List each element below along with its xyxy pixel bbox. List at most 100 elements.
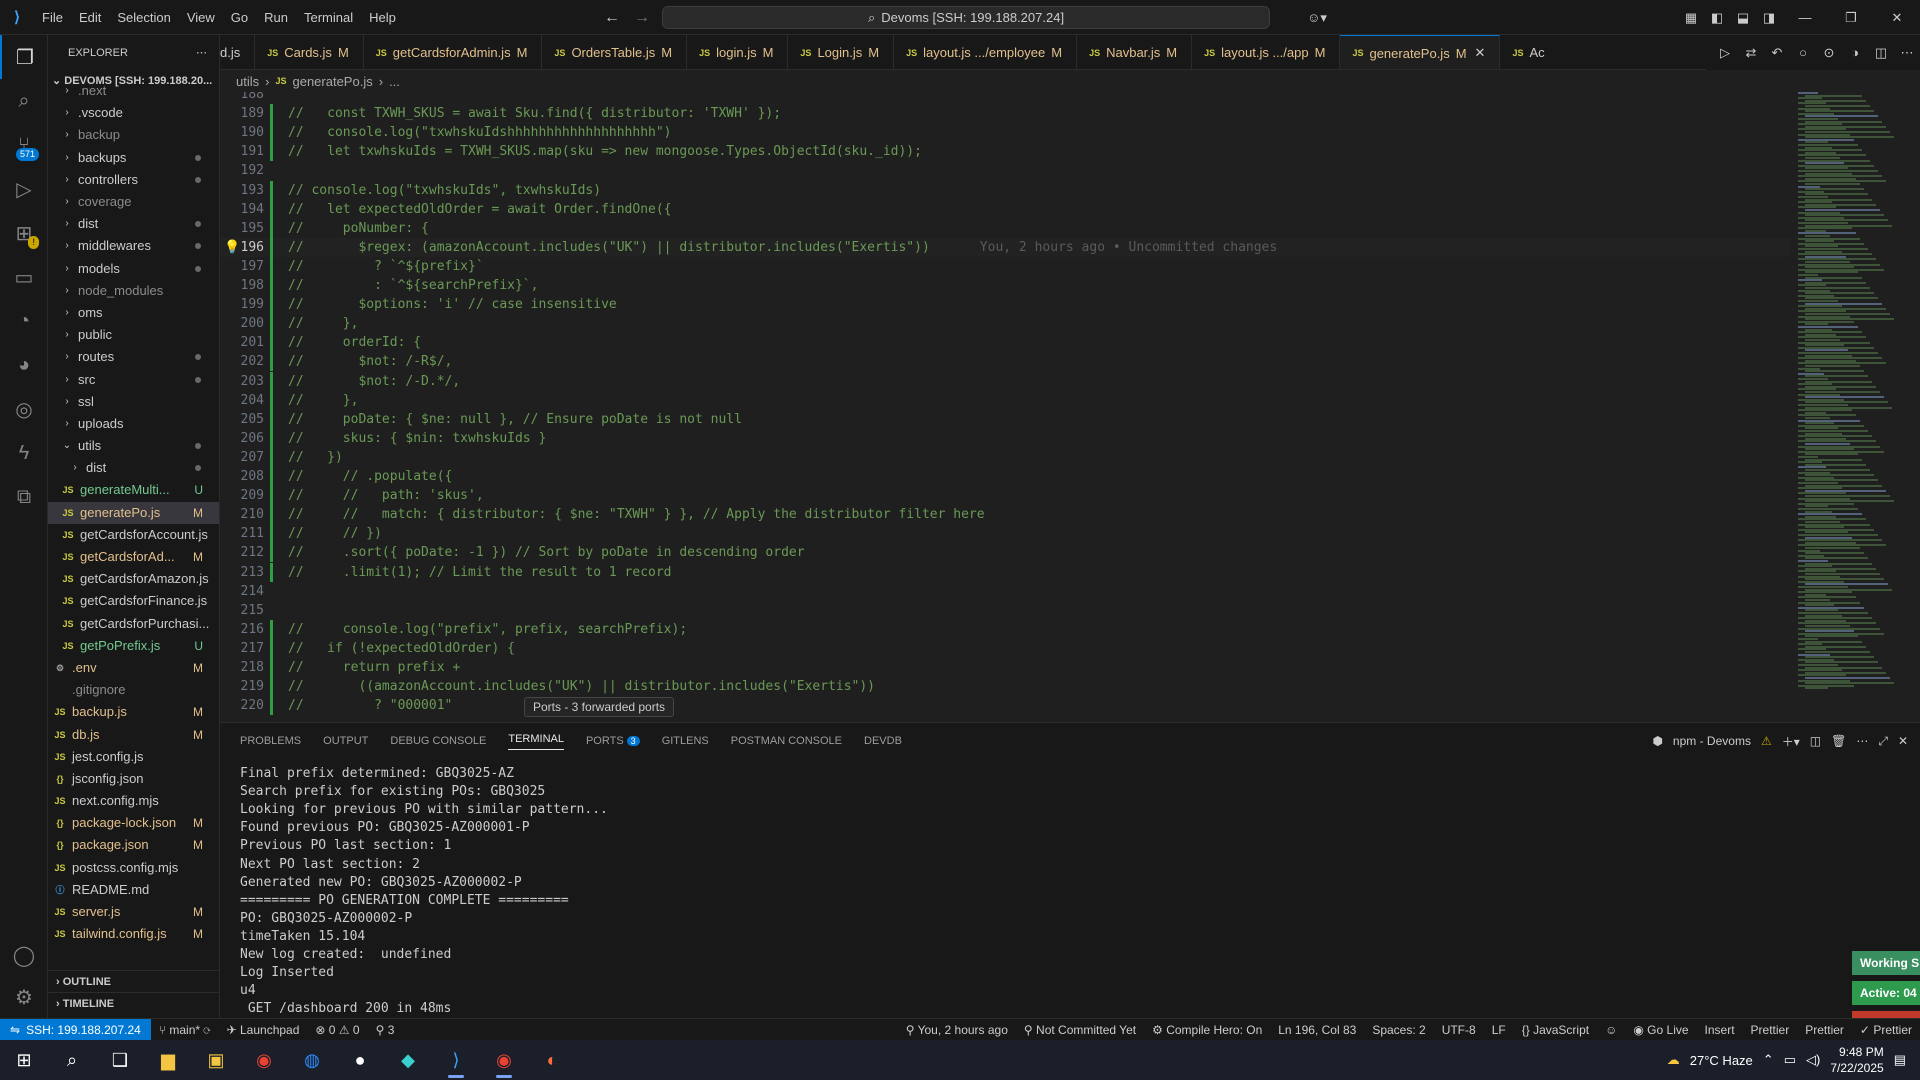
code-line[interactable]: 212 // .sort({ poDate: -1 }) // Sort by p… bbox=[220, 543, 1790, 563]
minimize-button[interactable]: — bbox=[1782, 0, 1828, 35]
extensions-icon[interactable]: ⊞! bbox=[0, 211, 48, 255]
menu-run[interactable]: Run bbox=[256, 0, 296, 35]
tree-item[interactable]: JS generateMulti... U bbox=[48, 479, 219, 501]
app-black-icon[interactable]: ● bbox=[336, 1040, 384, 1080]
tree-item[interactable]: › public bbox=[48, 324, 219, 346]
tab-ac[interactable]: JS Ac bbox=[1500, 35, 1558, 69]
code-line[interactable]: 193 // console.log("txwhskuIds", txwhskuI… bbox=[220, 180, 1790, 200]
tab-login-js[interactable]: JS Login.js M bbox=[788, 35, 895, 69]
cursor-position[interactable]: Ln 196, Col 83 bbox=[1270, 1023, 1364, 1037]
trash-icon[interactable]: 🗑 bbox=[1831, 734, 1846, 748]
code-line[interactable]: 189 // const TXWH_SKUS = await Sku.find({… bbox=[220, 104, 1790, 124]
code-line[interactable]: 209 // // path: 'skus', bbox=[220, 486, 1790, 506]
commit-status[interactable]: ⚲ Not Committed Yet bbox=[1016, 1023, 1144, 1037]
tree-item[interactable]: › models bbox=[48, 258, 219, 280]
code-line[interactable]: 215 bbox=[220, 601, 1790, 620]
app-cyan-icon[interactable]: ◆ bbox=[384, 1040, 432, 1080]
panel-more-icon[interactable]: ⋯ bbox=[1856, 734, 1868, 748]
blame-toggle-icon[interactable]: ◑ bbox=[1842, 45, 1868, 60]
tree-item[interactable]: JS getCardsforAmazon.js bbox=[48, 568, 219, 590]
toggle-secondary-sidebar-icon[interactable]: ◨ bbox=[1758, 10, 1780, 26]
code-line[interactable]: 210 // // match: { distributor: { $ne: "T… bbox=[220, 505, 1790, 525]
code-line[interactable]: 207 // }) bbox=[220, 447, 1790, 467]
tree-item[interactable]: .gitignore bbox=[48, 679, 219, 701]
close-tab-icon[interactable]: ✕ bbox=[1475, 45, 1486, 61]
code-line[interactable]: 192 bbox=[220, 161, 1790, 180]
menu-go[interactable]: Go bbox=[223, 0, 256, 35]
code-line[interactable]: 208 // // .populate({ bbox=[220, 467, 1790, 486]
restore-button[interactable]: ❐ bbox=[1828, 0, 1874, 35]
tree-item[interactable]: JS getPoPrefix.js U bbox=[48, 635, 219, 657]
circle-forward-icon[interactable]: ⊙ bbox=[1816, 45, 1842, 61]
panel-tab-devdb[interactable]: DEVDB bbox=[864, 735, 902, 747]
copilot-status-icon[interactable]: ☺ bbox=[1597, 1023, 1625, 1037]
file-explorer-icon[interactable]: ▆ bbox=[144, 1040, 192, 1080]
code-line[interactable]: 218 // return prefix + bbox=[220, 658, 1790, 677]
tree-item[interactable]: › middlewares bbox=[48, 235, 219, 257]
code-line[interactable]: 219 // ((amazonAccount.includes("UK") || … bbox=[220, 677, 1790, 697]
code-line[interactable]: 190 // console.log("txwhskuIdshhhhhhhhhhh… bbox=[220, 123, 1790, 143]
tab-layout-js-employee[interactable]: JS layout.js .../employee M bbox=[894, 35, 1078, 69]
tree-item[interactable]: {} package.json M bbox=[48, 834, 219, 856]
tree-item[interactable]: JS jest.config.js bbox=[48, 746, 219, 768]
more-editor-actions-icon[interactable]: ⋯ bbox=[1894, 45, 1920, 61]
tab-orderstable-js[interactable]: JS OrdersTable.js M bbox=[542, 35, 688, 69]
windows-start-icon[interactable]: ⊞ bbox=[0, 1040, 48, 1080]
code-line[interactable]: 217 // if (!expectedOldOrder) { bbox=[220, 638, 1790, 658]
tree-item[interactable]: › node_modules bbox=[48, 280, 219, 302]
go-back-icon[interactable]: ↶ bbox=[1764, 45, 1790, 61]
indentation[interactable]: Spaces: 2 bbox=[1364, 1023, 1433, 1037]
tree-item[interactable]: JS generatePo.js M bbox=[48, 501, 219, 524]
code-line[interactable]: 188 bbox=[220, 92, 1790, 104]
breadcrumb-file[interactable]: generatePo.js bbox=[292, 74, 372, 89]
toggle-panel-icon[interactable]: ⬓ bbox=[1732, 10, 1754, 26]
code-line[interactable]: 196// $regex: (amazonAccount.includes("U… bbox=[220, 237, 1790, 257]
maximize-panel-icon[interactable]: ⤢ bbox=[1878, 734, 1888, 749]
close-window-button[interactable]: ✕ bbox=[1874, 0, 1920, 35]
tree-item[interactable]: JS db.js M bbox=[48, 723, 219, 745]
eol[interactable]: LF bbox=[1484, 1023, 1514, 1037]
forward-arrow-icon[interactable]: → bbox=[634, 9, 650, 27]
tab-login-js[interactable]: JS login.js M bbox=[687, 35, 789, 69]
python-icon[interactable]: ⧉ bbox=[0, 475, 48, 519]
code-line[interactable]: 201 // orderId: { bbox=[220, 333, 1790, 353]
menu-help[interactable]: Help bbox=[361, 0, 404, 35]
thunder-icon[interactable]: ϟ bbox=[0, 431, 48, 475]
code-editor[interactable]: 188 189 // const TXWH_SKUS = await Sku.fin… bbox=[220, 92, 1790, 722]
code-line[interactable]: 199 // $options: 'i' // case insensitive bbox=[220, 295, 1790, 315]
more-actions-icon[interactable]: ⋯ bbox=[196, 46, 207, 59]
lightbulb-icon[interactable]: 💡 bbox=[224, 238, 240, 257]
tree-item[interactable]: › dist bbox=[48, 213, 219, 235]
search-activity-icon[interactable]: ⌕ bbox=[0, 79, 48, 123]
back-arrow-icon[interactable]: ← bbox=[604, 9, 620, 27]
postman-icon[interactable]: ◕ bbox=[0, 343, 48, 387]
code-line[interactable]: 197 // ? `^${prefix}` bbox=[220, 256, 1790, 276]
menu-file[interactable]: File bbox=[34, 0, 71, 35]
tree-item[interactable]: JS getCardsforAccount.js bbox=[48, 524, 219, 546]
settings-gear-icon[interactable]: ⚙ bbox=[0, 975, 48, 1019]
circle-icon[interactable]: ○ bbox=[1790, 45, 1816, 60]
network-icon[interactable]: ▭ bbox=[1784, 1052, 1796, 1068]
remote-indicator[interactable]: ⇋ SSH: 199.188.207.24 bbox=[0, 1018, 151, 1041]
chrome-icon[interactable]: ◉ bbox=[240, 1040, 288, 1080]
menu-terminal[interactable]: Terminal bbox=[296, 0, 361, 35]
panel-tab-output[interactable]: OUTPUT bbox=[323, 735, 368, 747]
launchpad-status[interactable]: ✈ Launchpad bbox=[219, 1023, 308, 1037]
code-line[interactable]: 194 // let expectedOldOrder = await Order… bbox=[220, 199, 1790, 219]
show-hidden-icon[interactable]: ⌃ bbox=[1763, 1052, 1774, 1068]
code-line[interactable]: 200 // }, bbox=[220, 314, 1790, 334]
menu-edit[interactable]: Edit bbox=[71, 0, 109, 35]
tree-item[interactable]: › ssl bbox=[48, 391, 219, 413]
code-line[interactable]: 205 // poDate: { $ne: null }, // Ensure p… bbox=[220, 409, 1790, 429]
tree-item[interactable]: JS backup.js M bbox=[48, 701, 219, 723]
tab-d-js[interactable]: d.js bbox=[220, 35, 256, 69]
menu-view[interactable]: View bbox=[179, 0, 223, 35]
tree-item[interactable]: JS server.js M bbox=[48, 901, 219, 923]
panel-tab-debug-console[interactable]: DEBUG CONSOLE bbox=[390, 735, 486, 747]
clock[interactable]: 9:48 PM 7/22/2025 bbox=[1830, 1044, 1883, 1076]
account-icon[interactable]: ◯ bbox=[0, 933, 48, 977]
panel-tab-ports[interactable]: PORTS 3 bbox=[586, 735, 640, 747]
blame-status[interactable]: ⚲ You, 2 hours ago bbox=[898, 1023, 1016, 1037]
gitlens-icon[interactable]: ◔ bbox=[0, 299, 48, 343]
tab-getcardsforadmin-js[interactable]: JS getCardsforAdmin.js M bbox=[364, 35, 543, 69]
